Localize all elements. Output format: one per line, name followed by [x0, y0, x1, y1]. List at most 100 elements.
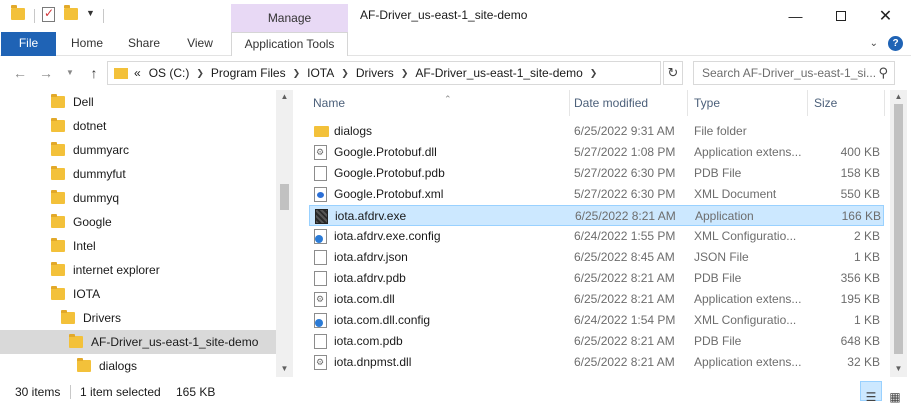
tree-item[interactable]: internet explorer: [0, 258, 276, 282]
breadcrumb-overflow[interactable]: «: [134, 66, 145, 80]
scroll-up-icon[interactable]: ▲: [276, 92, 293, 101]
file-type: JSON File: [694, 250, 749, 264]
search-icon: ⚲: [878, 65, 888, 80]
file-size: 2 KB: [853, 229, 880, 243]
chevron-right-icon[interactable]: ❯: [290, 68, 304, 79]
tree-scroll-thumb[interactable]: [280, 184, 289, 210]
file-date: 5/27/2022 1:08 PM: [574, 145, 676, 159]
tree-item[interactable]: dummyq: [0, 186, 276, 210]
file-type: Application: [695, 209, 754, 223]
file-row[interactable]: iota.dnpmst.dll 6/25/2022 8:21 AM Applicat…: [309, 352, 884, 373]
file-date: 6/25/2022 8:21 AM: [574, 355, 675, 369]
file-row[interactable]: iota.afdrv.pdb 6/25/2022 8:21 AM PDB File 3…: [309, 268, 884, 289]
maximize-button[interactable]: [818, 0, 863, 32]
tree-item[interactable]: Google: [0, 210, 276, 234]
file-type: PDB File: [694, 271, 742, 285]
chevron-right-icon[interactable]: ❯: [338, 68, 352, 79]
scroll-down-icon[interactable]: ▼: [276, 364, 293, 373]
file-row[interactable]: dialogs 6/25/2022 9:31 AM File folder: [309, 121, 884, 142]
breadcrumb-current-folder[interactable]: AF-Driver_us-east-1_site-demo: [411, 66, 586, 80]
file-name: iota.dnpmst.dll: [334, 355, 412, 369]
chevron-right-icon[interactable]: ❯: [587, 68, 601, 79]
folder-icon[interactable]: [11, 5, 25, 20]
address-bar[interactable]: « OS (C:) ❯ Program Files ❯ IOTA ❯ Drive…: [107, 61, 661, 85]
large-icons-view-icon: ▦: [889, 390, 901, 404]
file-row[interactable]: iota.com.dll.config 6/24/2022 1:54 PM XML …: [309, 310, 884, 331]
tree-scrollbar[interactable]: ▲ ▼: [276, 90, 293, 377]
expand-ribbon-icon[interactable]: ⌄: [870, 38, 878, 49]
tab-view[interactable]: View: [176, 32, 224, 56]
ribbon: File Home Share View Application Tools ⌄…: [0, 32, 911, 56]
tree-item[interactable]: Dell: [0, 90, 276, 114]
up-button[interactable]: ↑: [84, 62, 104, 84]
breadcrumb-program-files[interactable]: Program Files: [207, 66, 290, 80]
refresh-button[interactable]: ↻: [663, 61, 683, 85]
recent-locations-button[interactable]: ▼: [60, 62, 80, 84]
file-size: 1 KB: [853, 313, 880, 327]
tab-share[interactable]: Share: [120, 32, 168, 56]
details-view-button[interactable]: ☰: [860, 381, 882, 404]
column-header-label: Name: [313, 96, 346, 110]
tree-item-selected[interactable]: AF-Driver_us-east-1_site-demo: [0, 330, 276, 354]
forward-button[interactable]: →: [36, 62, 56, 84]
help-icon[interactable]: ?: [888, 36, 903, 51]
tree-item-label: IOTA: [73, 287, 101, 301]
close-button[interactable]: ✕: [863, 0, 908, 32]
file-row[interactable]: iota.afdrv.exe.config 6/24/2022 1:55 PM XM…: [309, 226, 884, 247]
config-file-icon: [314, 229, 327, 244]
dll-file-icon: [314, 355, 327, 370]
tree-item[interactable]: Drivers: [0, 306, 276, 330]
file-name: Google.Protobuf.pdb: [334, 166, 445, 180]
scroll-up-icon[interactable]: ▲: [890, 92, 907, 101]
file-row[interactable]: Google.Protobuf.pdb 5/27/2022 6:30 PM PDB …: [309, 163, 884, 184]
chevron-right-icon[interactable]: ❯: [193, 68, 207, 79]
properties-icon[interactable]: [42, 6, 55, 22]
search-input[interactable]: Search AF-Driver_us-east-1_si... ⚲: [693, 61, 895, 85]
tree-item[interactable]: dialogs: [0, 354, 276, 377]
tab-application-tools[interactable]: Application Tools: [231, 32, 348, 56]
tree-item[interactable]: dotnet: [0, 114, 276, 138]
scroll-down-icon[interactable]: ▼: [890, 364, 907, 373]
file-name: iota.com.dll.config: [334, 313, 431, 327]
new-folder-icon[interactable]: [64, 5, 78, 20]
customize-quick-access-icon[interactable]: ▼: [86, 8, 95, 18]
file-list-scroll-thumb[interactable]: [894, 104, 903, 354]
file-type: XML Configuratio...: [694, 229, 797, 243]
forward-arrow-icon: →: [39, 65, 53, 81]
back-button[interactable]: ←: [10, 62, 30, 84]
toolbar-divider: [34, 9, 35, 23]
tree-item[interactable]: IOTA: [0, 282, 276, 306]
tree-item[interactable]: dummyfut: [0, 162, 276, 186]
breadcrumb-drivers[interactable]: Drivers: [352, 66, 398, 80]
file-row[interactable]: iota.com.dll 6/25/2022 8:21 AM Application…: [309, 289, 884, 310]
file-row-selected[interactable]: iota.afdrv.exe 6/25/2022 8:21 AM Applicati…: [309, 205, 884, 226]
selection-count: 1 item selected: [80, 385, 161, 399]
file-row[interactable]: Google.Protobuf.xml 5/27/2022 6:30 PM XML …: [309, 184, 884, 205]
large-icons-view-button[interactable]: ▦: [884, 381, 906, 404]
file-date: 5/27/2022 6:30 PM: [574, 166, 676, 180]
column-header-name[interactable]: ⌃ Name: [307, 90, 570, 116]
file-date: 6/24/2022 1:55 PM: [574, 229, 676, 243]
minimize-button[interactable]: —: [773, 0, 818, 32]
column-header-date[interactable]: Date modified: [568, 90, 688, 116]
application-icon: [315, 209, 328, 224]
breadcrumb-iota[interactable]: IOTA: [303, 66, 338, 80]
maximize-icon: [835, 11, 846, 21]
dll-file-icon: [314, 292, 327, 307]
tree-item[interactable]: Intel: [0, 234, 276, 258]
column-header-type[interactable]: Type: [688, 90, 808, 116]
document-icon: [314, 166, 327, 181]
tree-item[interactable]: dummyarc: [0, 138, 276, 162]
file-list-scrollbar[interactable]: ▲ ▼: [890, 90, 907, 377]
tab-home[interactable]: Home: [62, 32, 112, 56]
file-list: ⌃ Name Date modified Type Size dialogs 6/…: [296, 90, 911, 377]
tree-item-label: dummyq: [73, 191, 120, 205]
file-row[interactable]: Google.Protobuf.dll 5/27/2022 1:08 PM Appl…: [309, 142, 884, 163]
column-header-size[interactable]: Size: [808, 90, 885, 116]
manage-context-tab[interactable]: Manage: [231, 4, 348, 32]
file-row[interactable]: iota.afdrv.json 6/25/2022 8:45 AM JSON Fil…: [309, 247, 884, 268]
tab-file[interactable]: File: [1, 32, 56, 56]
chevron-right-icon[interactable]: ❯: [398, 68, 412, 79]
breadcrumb-os-c[interactable]: OS (C:): [145, 66, 194, 80]
file-row[interactable]: iota.com.pdb 6/25/2022 8:21 AM PDB File 648…: [309, 331, 884, 352]
